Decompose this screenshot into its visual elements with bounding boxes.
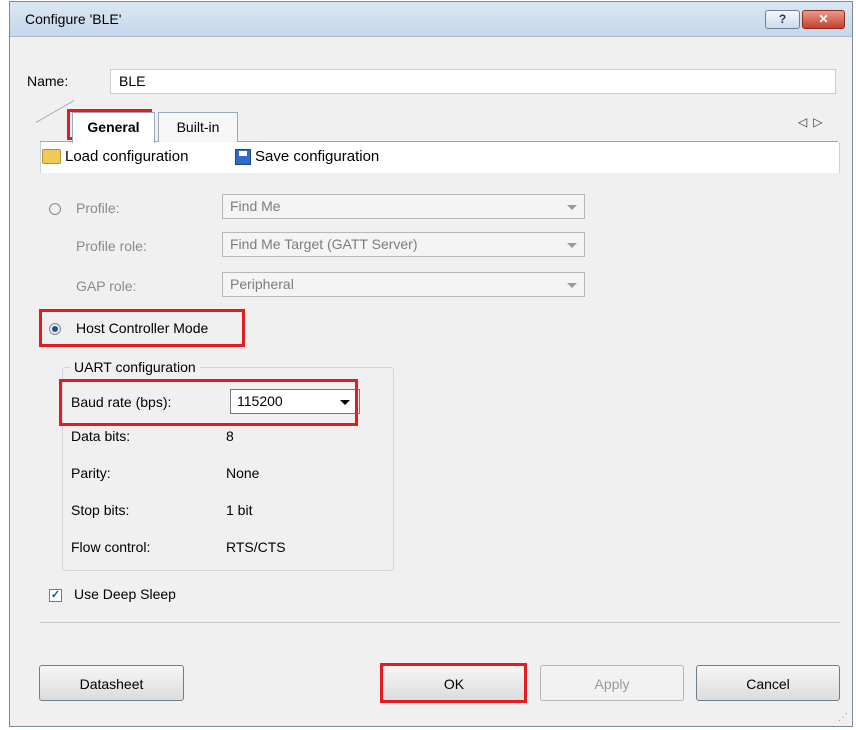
parity-label: Parity: [71,465,111,481]
profile-select[interactable]: Find Me [222,194,585,219]
chevron-down-icon [567,205,577,210]
open-folder-icon [42,149,61,164]
name-label: Name: [27,73,69,89]
chevron-down-icon [567,243,577,248]
load-configuration-button[interactable]: Load configuration [42,148,188,165]
gap-role-label: GAP role: [76,278,137,294]
data-bits-label: Data bits: [71,428,131,444]
name-input[interactable]: BLE [110,69,836,94]
save-configuration-button[interactable]: Save configuration [235,148,379,165]
apply-button[interactable]: Apply [540,665,684,701]
close-button[interactable]: ✕ [802,10,845,29]
tab-built-in[interactable]: Built-in [158,112,238,142]
tab-scroll-arrows[interactable]: ◁▷ [798,115,828,129]
tab-scroll-left-icon[interactable]: ◁ [798,115,813,129]
profile-role-select[interactable]: Find Me Target (GATT Server) [222,232,585,257]
cancel-button[interactable]: Cancel [696,665,840,701]
parity-value: None [226,465,260,481]
tab-scroll-right-icon[interactable]: ▷ [813,115,828,129]
window-title: Configure 'BLE' [25,11,122,27]
stop-bits-label: Stop bits: [71,502,130,518]
host-controller-mode-label[interactable]: Host Controller Mode [76,320,208,336]
profile-radio[interactable] [49,203,61,215]
tab-general[interactable]: General [72,112,155,143]
gap-role-select-value: Peripheral [230,276,294,292]
help-button[interactable]: ? [765,10,800,29]
flow-control-value: RTS/CTS [226,539,286,555]
title-bar: Configure 'BLE' ? ✕ [10,2,852,37]
profile-role-select-value: Find Me Target (GATT Server) [230,236,418,252]
profile-label: Profile: [76,200,120,216]
configure-dialog: Configure 'BLE' ? ✕ Name: BLE General Bu… [9,1,853,727]
resize-grip-icon[interactable]: ⋰ [838,712,848,723]
chevron-down-icon [340,400,350,405]
load-configuration-label: Load configuration [65,148,189,165]
stop-bits-value: 1 bit [226,502,253,518]
ok-button[interactable]: OK [382,665,526,701]
use-deep-sleep-checkbox[interactable]: ✓ [49,589,62,602]
save-configuration-label: Save configuration [255,148,380,165]
host-controller-mode-radio[interactable] [49,323,61,335]
baud-rate-select[interactable]: 115200 [230,389,360,414]
chevron-down-icon [567,283,577,288]
profile-role-label: Profile role: [76,238,147,254]
tab-strip-edge [35,100,75,123]
gap-role-select[interactable]: Peripheral [222,272,585,297]
use-deep-sleep-label[interactable]: Use Deep Sleep [74,586,176,602]
baud-rate-select-value: 115200 [237,393,283,409]
datasheet-button[interactable]: Datasheet [39,665,184,701]
button-separator [40,622,840,623]
baud-rate-label: Baud rate (bps): [71,394,172,410]
data-bits-value: 8 [226,428,234,444]
save-disk-icon [235,148,251,165]
uart-configuration-title: UART configuration [70,359,200,375]
profile-select-value: Find Me [230,198,281,214]
flow-control-label: Flow control: [71,539,151,555]
